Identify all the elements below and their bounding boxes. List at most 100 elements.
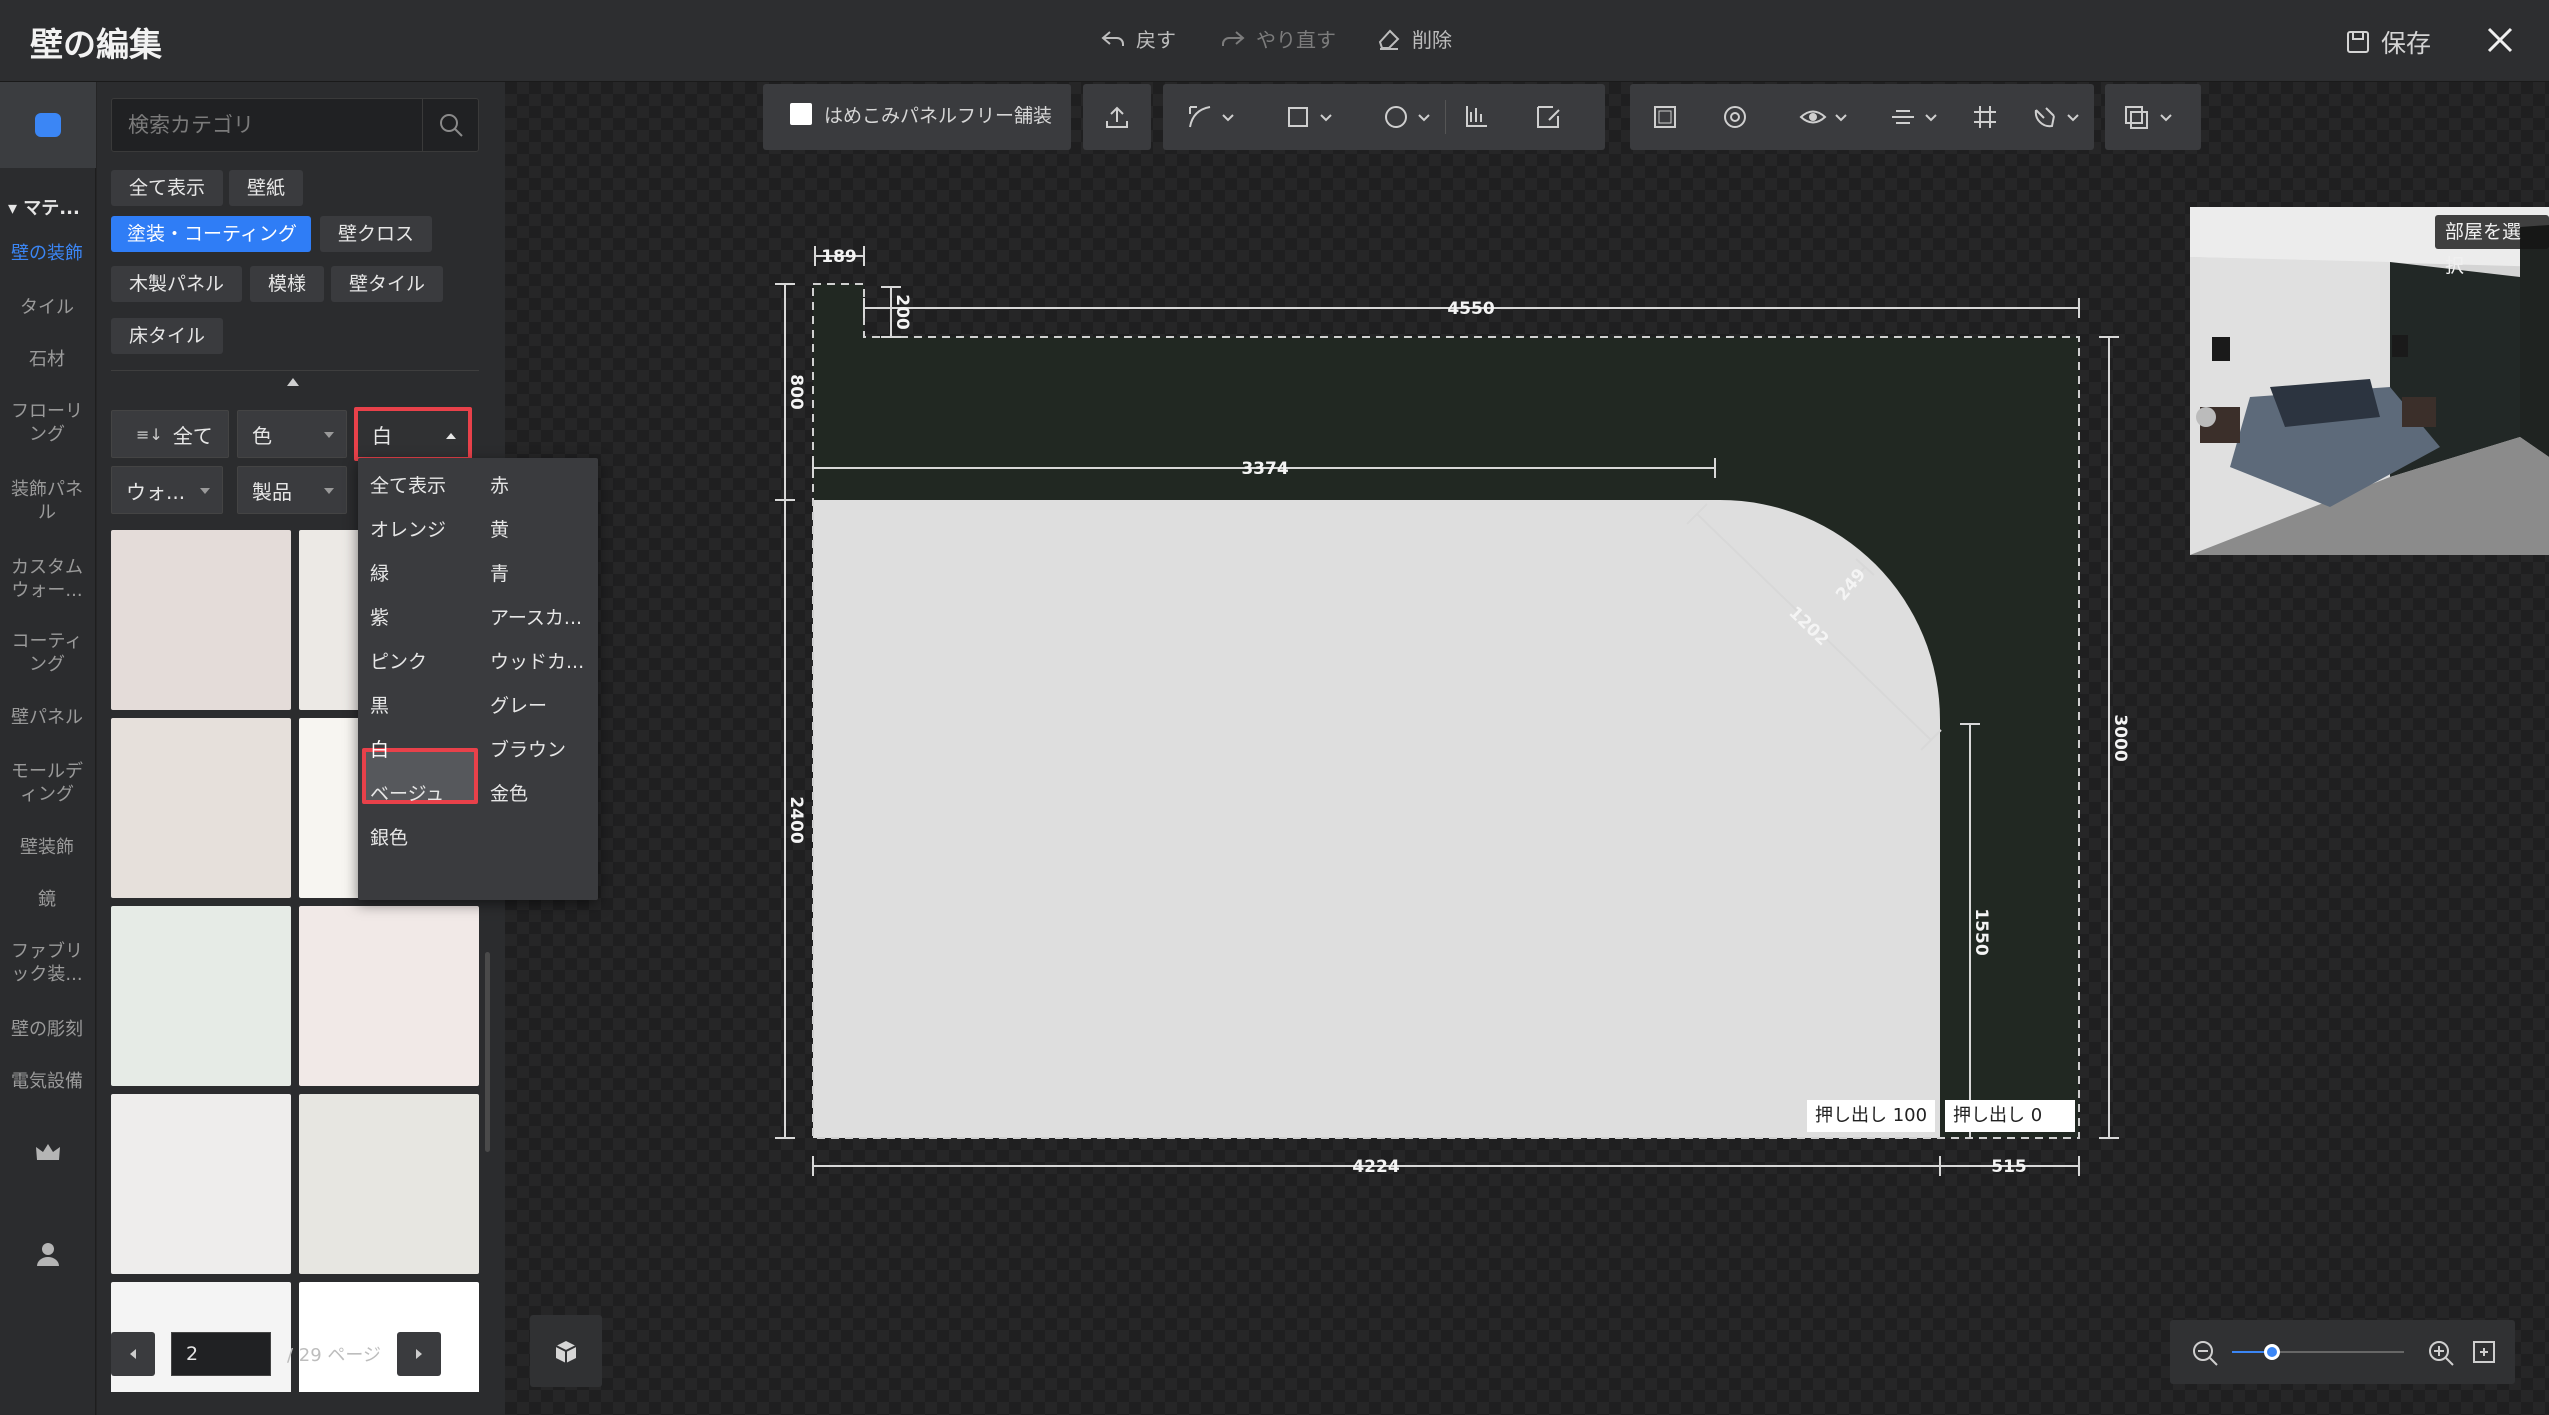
color-option[interactable]: 金色 xyxy=(478,772,588,816)
color-option[interactable]: ピンク xyxy=(358,640,468,684)
color-filter-text: 色 xyxy=(252,423,272,448)
color-option[interactable]: ベージュ xyxy=(358,772,468,816)
rail-item-decor-panel[interactable]: 装飾パネル xyxy=(0,478,94,524)
color-option[interactable]: ウッドカ... xyxy=(478,640,588,684)
rail-item-stone[interactable]: 石材 xyxy=(0,348,94,371)
color-filter-label[interactable]: 色 xyxy=(237,410,347,458)
page-total: / 29 ページ xyxy=(287,1345,382,1366)
zoom-out-icon[interactable] xyxy=(2190,1338,2220,1368)
style-filter-text: ウォ... xyxy=(126,479,186,504)
rail-item-wall-ornament[interactable]: 壁装飾 xyxy=(0,836,94,859)
rail-item-electrical[interactable]: 電気設備 xyxy=(0,1070,94,1093)
zoom-slider-track[interactable] xyxy=(2232,1344,2404,1360)
undo-icon xyxy=(1101,30,1124,46)
paver-label: はめこみパネルフリー舗装 xyxy=(824,105,1053,127)
extrude-right-label[interactable]: 押し出し 0 xyxy=(1945,1100,2075,1132)
color-option[interactable]: 銀色 xyxy=(358,816,468,860)
scrollbar[interactable] xyxy=(485,952,490,1152)
chevron-right-icon xyxy=(416,1349,423,1359)
material-swatch[interactable] xyxy=(111,718,291,898)
page-title: 壁の編集 xyxy=(30,25,162,64)
rail-item-molding[interactable]: モールディング xyxy=(0,760,94,806)
dim-label-515: 515 xyxy=(1991,1157,2027,1177)
search-icon xyxy=(439,114,463,137)
dim-label-200: 200 xyxy=(892,294,912,330)
color-option[interactable]: 白 xyxy=(358,728,468,772)
redo-label: やり直す xyxy=(1256,28,1336,52)
color-option[interactable]: 黒 xyxy=(358,684,468,728)
color-option[interactable]: 紫 xyxy=(358,596,468,640)
color-option[interactable]: 黄 xyxy=(478,508,588,552)
user-icon[interactable] xyxy=(34,1240,62,1272)
material-swatch[interactable] xyxy=(111,906,291,1086)
material-swatch[interactable] xyxy=(111,1094,291,1274)
rail-item-mirror[interactable]: 鏡 xyxy=(0,888,94,911)
color-option[interactable]: 緑 xyxy=(358,552,468,596)
color-option[interactable]: オレンジ xyxy=(358,508,468,552)
rail-item-custom-wall[interactable]: カスタムウォー... xyxy=(0,556,94,602)
save-button[interactable]: 保存 xyxy=(2345,24,2431,60)
category-chip-wood-panel[interactable]: 木製パネル xyxy=(111,266,243,302)
color-option[interactable]: 全て表示 xyxy=(358,464,468,508)
save-icon xyxy=(2347,31,2369,53)
undo-label: 戻す xyxy=(1136,28,1176,52)
zoom-controls xyxy=(2170,1320,2515,1384)
room-render-image xyxy=(2190,207,2549,555)
category-rail: ▾ マテ... 壁の装飾 タイル 石材 フローリング 装飾パネル カスタムウォー… xyxy=(0,82,96,1415)
color-option[interactable]: グレー xyxy=(478,684,588,728)
view-3d-button[interactable] xyxy=(530,1315,602,1387)
next-page-button[interactable] xyxy=(397,1332,442,1376)
close-button[interactable] xyxy=(2480,20,2520,60)
rail-item-tile[interactable]: タイル xyxy=(0,296,94,319)
color-option[interactable]: ブラウン xyxy=(478,728,588,772)
zoom-slider-knob[interactable] xyxy=(2263,1344,2280,1360)
search-input[interactable] xyxy=(112,99,422,151)
dim-label-189: 189 xyxy=(821,247,857,267)
collapse-arrow-icon[interactable] xyxy=(287,378,299,386)
chevron-left-icon xyxy=(130,1349,136,1359)
page-number-input[interactable] xyxy=(171,1332,271,1376)
category-chip-wallpaper[interactable]: 壁紙 xyxy=(229,170,304,206)
fit-screen-icon[interactable] xyxy=(2470,1338,2498,1366)
color-option[interactable]: アースカ... xyxy=(478,596,588,640)
materials-tab[interactable] xyxy=(0,82,96,168)
prev-page-button[interactable] xyxy=(111,1332,155,1376)
delete-button[interactable]: 削除 xyxy=(1376,24,1452,53)
zoom-in-icon[interactable] xyxy=(2426,1338,2456,1368)
material-swatch[interactable] xyxy=(299,1094,479,1274)
style-filter[interactable]: ウォ... xyxy=(111,466,223,514)
rail-item-wall-decor[interactable]: 壁の装飾 xyxy=(0,242,94,265)
category-chip-paint-coating[interactable]: 塗装・コーティング xyxy=(111,216,311,252)
rail-item-wall-panel[interactable]: 壁パネル xyxy=(0,706,94,729)
category-chip-floor-tile[interactable]: 床タイル xyxy=(111,318,224,354)
category-chip-pattern[interactable]: 模様 xyxy=(250,266,325,302)
extrude-left-label[interactable]: 押し出し 100 xyxy=(1807,1100,1936,1132)
top-bar: 壁の編集 戻す やり直す 削除 保存 xyxy=(0,0,2549,82)
category-chip-wall-tile[interactable]: 壁タイル xyxy=(331,266,444,302)
rail-item-wall-sculpture[interactable]: 壁の彫刻 xyxy=(0,1018,94,1041)
color-option[interactable]: 赤 xyxy=(478,464,588,508)
undo-button[interactable]: 戻す xyxy=(1100,24,1176,53)
cube-icon xyxy=(555,1341,577,1363)
rail-item-coating[interactable]: コーティング xyxy=(0,630,94,676)
chevron-down-icon xyxy=(200,488,210,494)
material-swatch[interactable] xyxy=(299,906,479,1086)
material-swatch[interactable] xyxy=(111,530,291,710)
category-chip-wall-cloth[interactable]: 壁クロス xyxy=(320,216,433,252)
select-room-button[interactable]: 部屋を選択 xyxy=(2435,215,2549,277)
color-option[interactable]: 青 xyxy=(478,552,588,596)
crown-icon[interactable] xyxy=(34,1142,62,1168)
rail-item-fabric[interactable]: ファブリック装... xyxy=(0,940,94,986)
sort-icon: ≡↓ xyxy=(136,424,163,444)
rail-item-flooring[interactable]: フローリング xyxy=(0,400,94,446)
product-filter[interactable]: 製品 xyxy=(237,466,347,514)
panel-surface[interactable] xyxy=(813,500,1940,1138)
color-filter-dropdown[interactable]: 白 xyxy=(354,407,472,461)
sort-filter[interactable]: ≡↓ 全て xyxy=(111,410,229,458)
search-button[interactable] xyxy=(422,99,478,151)
rail-section-title: ▾ マテ... xyxy=(8,198,80,219)
redo-button[interactable]: やり直す xyxy=(1220,24,1336,53)
room-preview[interactable] xyxy=(2190,207,2549,555)
paver-checkbox[interactable] xyxy=(790,103,812,125)
category-chip-all[interactable]: 全て表示 xyxy=(111,170,224,206)
